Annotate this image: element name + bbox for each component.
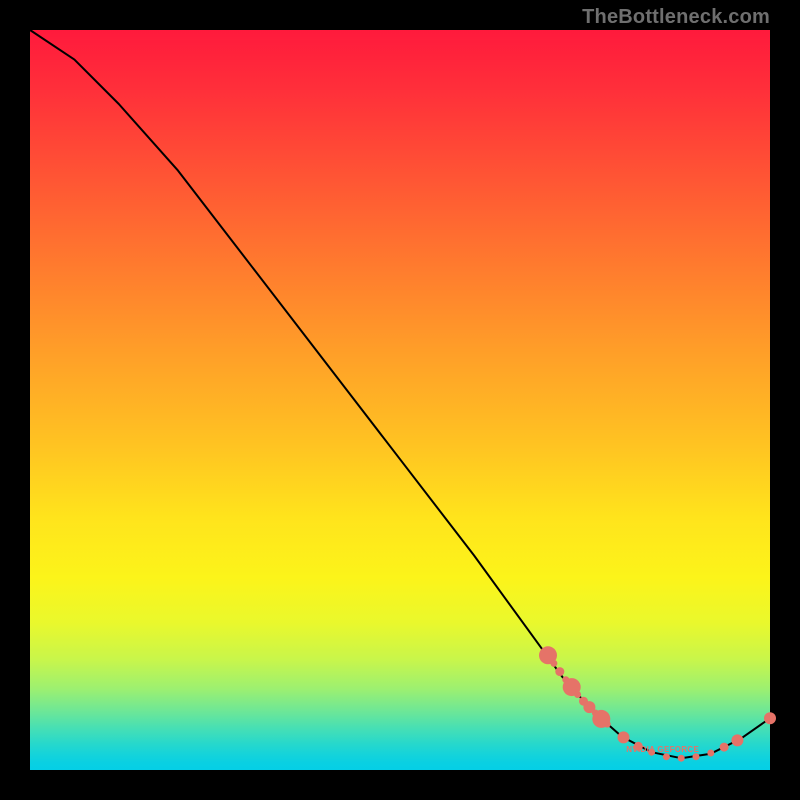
curve-line xyxy=(30,30,770,758)
data-point xyxy=(693,753,700,760)
data-point xyxy=(604,721,611,728)
annotation-group: NVIDIA GEFORCE xyxy=(626,745,699,754)
data-point xyxy=(574,691,581,698)
data-point xyxy=(550,660,557,667)
curve-group xyxy=(30,30,770,758)
data-point xyxy=(678,755,685,762)
chart-svg: NVIDIA GEFORCE xyxy=(30,30,770,770)
data-point xyxy=(663,753,670,760)
watermark-text: TheBottleneck.com xyxy=(582,6,770,29)
chart-stage: TheBottleneck.com NVIDIA GEFORCE xyxy=(0,0,800,800)
data-point xyxy=(731,734,743,746)
data-point xyxy=(764,712,776,724)
data-point xyxy=(720,743,729,752)
annotation-label: NVIDIA GEFORCE xyxy=(626,745,699,754)
plot-area: NVIDIA GEFORCE xyxy=(30,30,770,770)
data-point xyxy=(618,731,630,743)
data-point xyxy=(555,667,564,676)
data-point xyxy=(707,750,714,757)
